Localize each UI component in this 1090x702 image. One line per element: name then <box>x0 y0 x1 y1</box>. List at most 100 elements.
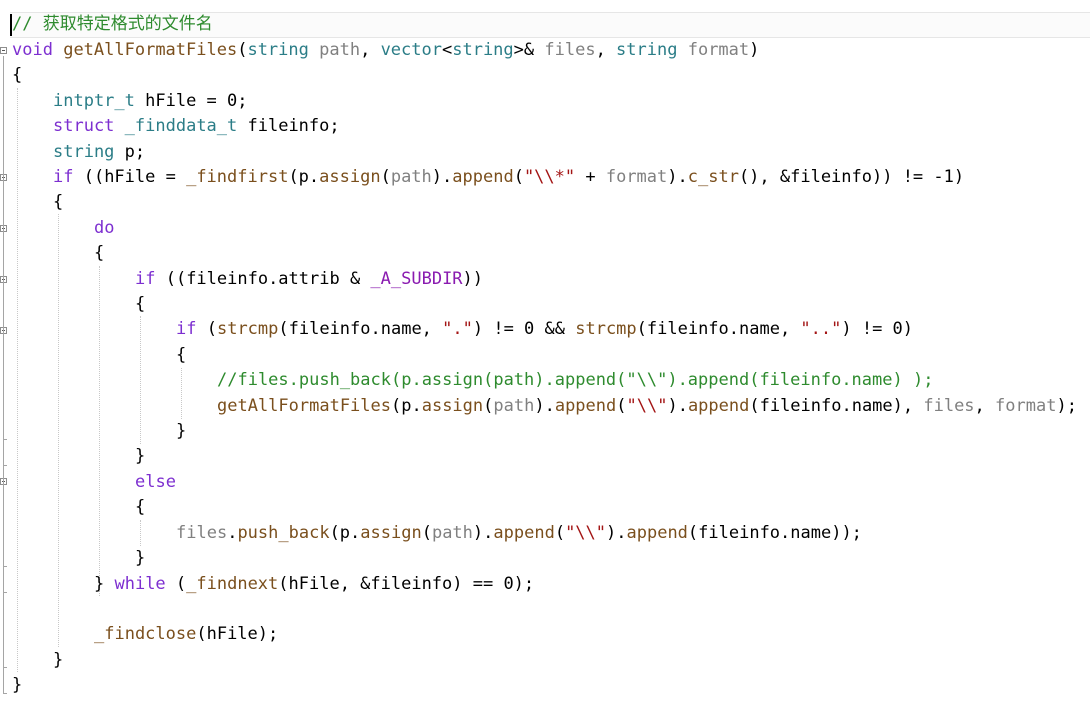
code-token: (p. <box>288 167 320 187</box>
code-token: ) != 0) <box>841 319 914 339</box>
code-token: strcmp <box>216 319 279 339</box>
code-token: (fileinfo.name, <box>636 319 801 339</box>
outlining-margin <box>0 0 12 702</box>
code-line[interactable]: if ((fileinfo.attrib & _A_SUBDIR)) <box>135 267 483 292</box>
code-token: fileinfo; <box>237 116 340 136</box>
code-editor[interactable]: // 获取特定格式的文件名 void getAllFormatFiles(stri… <box>0 0 1090 702</box>
code-line[interactable]: } <box>12 673 22 698</box>
code-token: _finddata_t <box>124 116 238 136</box>
outline-bracket-end <box>3 693 7 694</box>
code-token: ( <box>237 40 248 60</box>
code-line[interactable]: getAllFormatFiles(p.assign(path).append(… <box>217 394 1077 419</box>
code-token: , <box>595 40 617 60</box>
code-token: } <box>94 574 115 594</box>
code-token: } <box>53 650 64 670</box>
code-token: (fileinfo.name)); <box>687 523 862 543</box>
outline-bracket <box>3 488 4 566</box>
code-token: while <box>114 574 166 594</box>
code-token: push_back <box>237 523 330 543</box>
code-token: path <box>390 167 432 187</box>
code-token: append <box>493 523 555 543</box>
code-line[interactable]: { <box>135 495 145 520</box>
code-token: files <box>544 40 596 60</box>
code-token: string <box>247 40 309 60</box>
indent-guide <box>58 214 59 647</box>
code-token: format <box>687 40 750 60</box>
code-line[interactable]: //files.push_back(p.assign(path).append(… <box>217 368 933 393</box>
code-token: append <box>626 523 688 543</box>
code-token: // 获取特定格式的文件名 <box>12 14 213 34</box>
code-token: else <box>135 472 176 492</box>
code-token: ".." <box>800 319 842 339</box>
code-token: "\\*" <box>523 167 576 187</box>
code-line[interactable]: { <box>176 343 186 368</box>
code-token: )) <box>462 269 484 289</box>
code-token: (hFile, &fileinfo) == 0); <box>278 574 535 594</box>
code-line[interactable]: } while (_findnext(hFile, &fileinfo) == … <box>94 572 534 597</box>
outline-bracket-end <box>3 439 7 440</box>
code-line[interactable]: struct _finddata_t fileinfo; <box>53 114 340 139</box>
code-line[interactable]: } <box>53 648 63 673</box>
code-token: ( <box>380 167 391 187</box>
code-line[interactable]: { <box>53 190 63 215</box>
code-token: ((hFile = <box>73 167 187 187</box>
code-token: _A_SUBDIR <box>370 269 463 289</box>
code-line[interactable]: { <box>12 63 22 88</box>
code-token: if <box>135 269 156 289</box>
code-token: "\\" <box>565 523 607 543</box>
code-token: } <box>135 548 146 568</box>
code-token: ). <box>534 396 555 416</box>
code-token: format <box>995 396 1057 416</box>
code-token: intptr_t <box>53 91 135 111</box>
code-line[interactable]: { <box>94 241 104 266</box>
code-token: { <box>94 243 105 263</box>
code-token: (p. <box>329 523 361 543</box>
code-token: { <box>135 497 146 517</box>
code-token: path <box>493 396 535 416</box>
code-line[interactable]: if ((hFile = _findfirst(p.assign(path).a… <box>53 165 964 190</box>
code-token: if <box>176 319 197 339</box>
code-token: strcmp <box>575 319 637 339</box>
code-token: { <box>53 192 64 212</box>
indent-guide <box>99 266 100 596</box>
code-token: (fileinfo.name, <box>278 319 443 339</box>
code-token: { <box>135 294 146 314</box>
code-line[interactable]: } <box>135 444 145 469</box>
code-line[interactable]: } <box>135 546 145 571</box>
code-token: . <box>227 523 238 543</box>
code-line[interactable]: string p; <box>53 140 145 165</box>
code-token: assign <box>319 167 381 187</box>
code-token: ( <box>421 523 432 543</box>
indent-guide <box>181 368 182 419</box>
outline-bracket-end <box>3 465 7 466</box>
code-token: ). <box>667 396 688 416</box>
code-token: string <box>452 40 514 60</box>
code-line[interactable]: void getAllFormatFiles(string path, vect… <box>12 38 759 63</box>
code-line[interactable]: do <box>94 216 114 241</box>
code-token: path <box>319 40 361 60</box>
code-line[interactable]: // 获取特定格式的文件名 <box>12 12 213 37</box>
code-token: _findfirst <box>186 167 289 187</box>
code-token: getAllFormatFiles <box>217 396 391 416</box>
code-token: (fileinfo.name), <box>749 396 924 416</box>
code-token: c_str <box>687 167 739 187</box>
code-line[interactable]: _findclose(hFile); <box>94 622 278 647</box>
collapse-toggle-icon[interactable] <box>0 47 7 54</box>
code-token: (), &fileinfo)) != -1) <box>738 167 965 187</box>
code-token: string <box>53 142 115 162</box>
code-token: ) <box>749 40 760 60</box>
code-line[interactable]: intptr_t hFile = 0; <box>53 89 247 114</box>
code-line[interactable]: files.push_back(p.assign(path).append("\… <box>176 521 862 546</box>
code-line[interactable]: else <box>135 470 176 495</box>
code-line[interactable]: } <box>176 419 186 444</box>
code-token: ( <box>616 396 627 416</box>
code-line[interactable]: { <box>135 292 145 317</box>
code-line[interactable]: if (strcmp(fileinfo.name, ".") != 0 && s… <box>176 317 913 342</box>
code-token: + <box>575 167 606 187</box>
outline-bracket-end <box>3 667 7 668</box>
code-token: "\\" <box>626 396 668 416</box>
code-token: ( <box>554 523 566 543</box>
